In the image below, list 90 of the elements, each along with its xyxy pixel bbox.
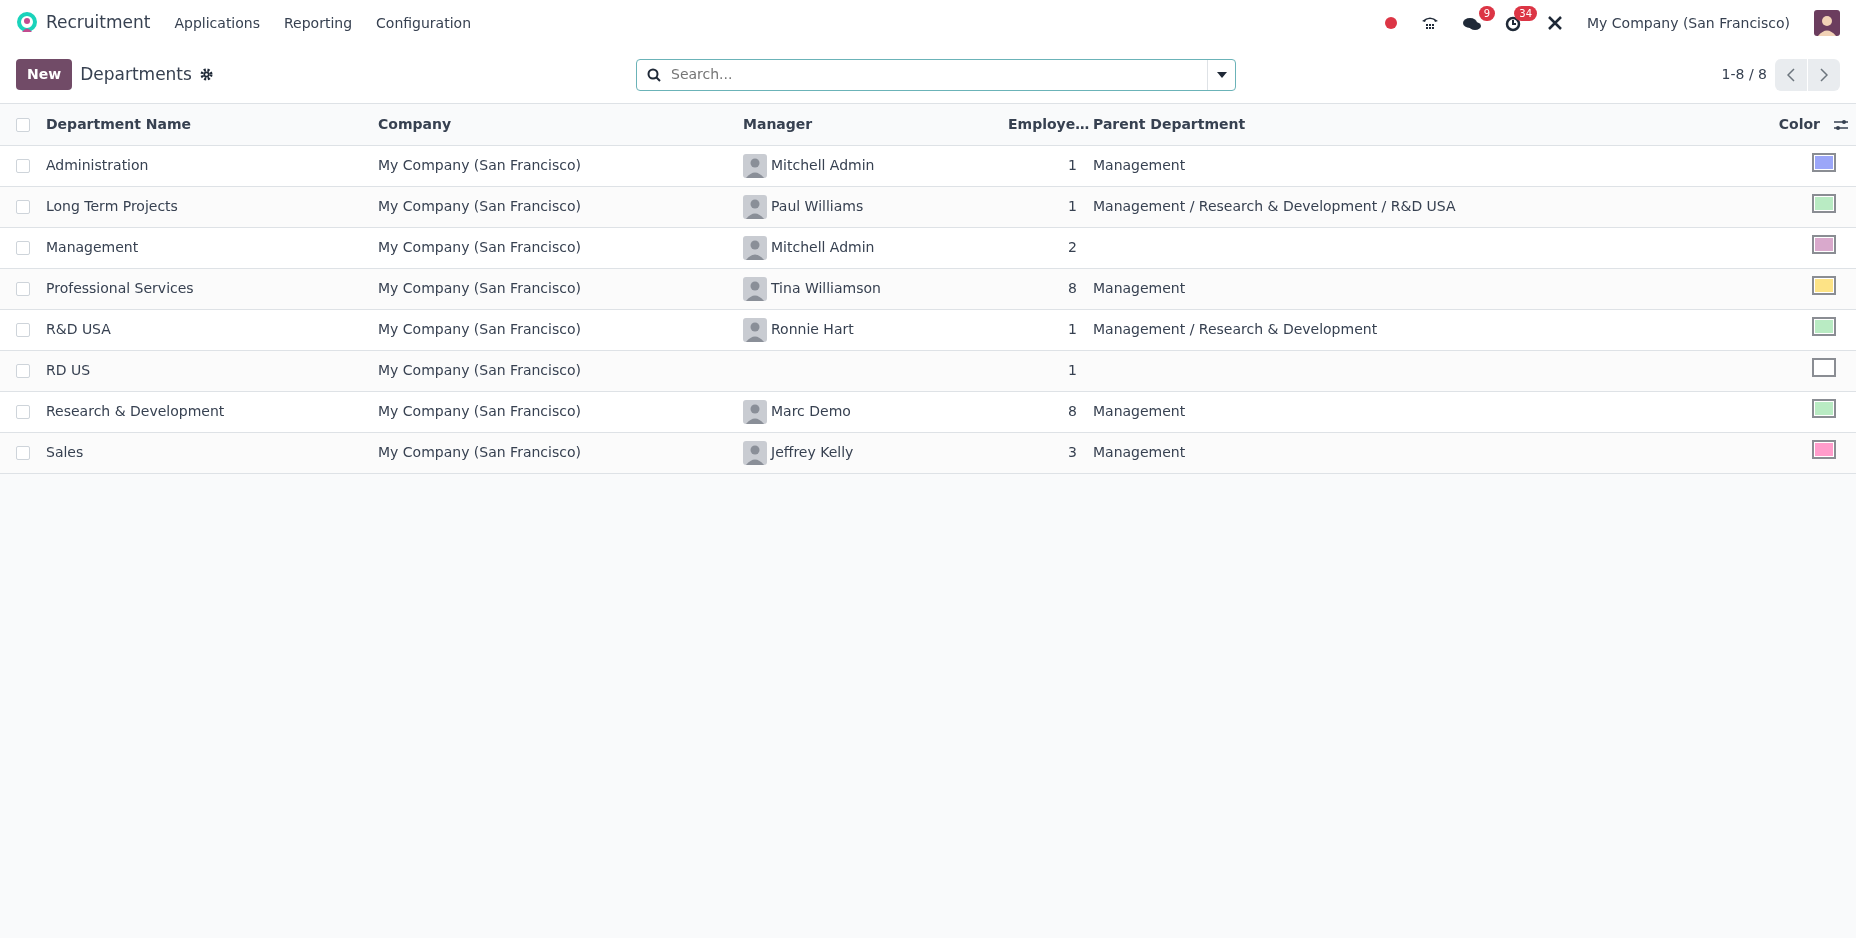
search-bar[interactable]: Search...: [636, 58, 1236, 91]
row-checkbox[interactable]: [16, 405, 30, 419]
avatar-picture: [743, 440, 767, 465]
app-logo-icon[interactable]: [16, 12, 38, 34]
column-header[interactable]: Employe…: [1008, 115, 1090, 132]
manager-name: Tina Williamson: [771, 279, 881, 296]
avatar-picture: [743, 153, 767, 178]
color-swatch[interactable]: [1812, 440, 1836, 459]
status-dot-icon: [1385, 17, 1398, 29]
department-name: Long Term Projects: [46, 198, 178, 214]
manager-name: Mitchell Admin: [771, 156, 875, 173]
row-checkbox[interactable]: [16, 446, 30, 460]
chat-icon[interactable]: [1463, 15, 1482, 32]
color-swatch[interactable]: [1812, 317, 1836, 336]
avatar-picture: [743, 235, 767, 260]
employee-count: 1: [1068, 321, 1077, 337]
company-switcher[interactable]: My Company (San Francisco): [1587, 12, 1790, 34]
employee-count: 8: [1068, 280, 1077, 296]
department-name: RD US: [46, 362, 91, 378]
employee-count: 1: [1068, 198, 1077, 214]
employee-count: 1: [1068, 157, 1077, 173]
column-header[interactable]: Manager: [743, 115, 813, 132]
new-button[interactable]: New: [16, 59, 73, 90]
department-name: Management: [46, 239, 139, 255]
row-checkbox[interactable]: [16, 282, 30, 296]
department-name: R&D USA: [46, 321, 111, 337]
department-name: Sales: [46, 444, 84, 460]
select-all-checkbox[interactable]: [16, 117, 30, 132]
avatar-picture: [743, 276, 767, 301]
app-name-link[interactable]: Recruitment: [46, 10, 151, 36]
company-name: My Company (San Francisco): [378, 280, 581, 296]
employee-count: 3: [1068, 444, 1077, 460]
page-title: Departments: [80, 62, 192, 86]
column-header[interactable]: Parent Department: [1093, 115, 1246, 132]
row-checkbox[interactable]: [16, 241, 30, 255]
parent-department: Management: [1093, 403, 1186, 419]
avatar-picture: [743, 399, 767, 424]
column-header[interactable]: Department Name: [46, 115, 192, 132]
menu-item[interactable]: Reporting: [284, 12, 353, 34]
company-name: My Company (San Francisco): [378, 403, 581, 419]
employee-count: 8: [1068, 403, 1077, 419]
department-name: Research & Development: [46, 403, 225, 419]
company-name: My Company (San Francisco): [378, 362, 581, 378]
next-button[interactable]: [1808, 58, 1840, 91]
company-name: My Company (San Francisco): [378, 198, 581, 214]
company-name: My Company (San Francisco): [378, 444, 581, 460]
row-checkbox[interactable]: [16, 200, 30, 214]
color-swatch[interactable]: [1812, 276, 1836, 295]
parent-department: Management / Research & Development: [1093, 321, 1378, 337]
company-name: My Company (San Francisco): [378, 239, 581, 255]
row-checkbox[interactable]: [16, 323, 30, 337]
color-swatch[interactable]: [1812, 235, 1836, 254]
avatar-icon[interactable]: [1814, 10, 1840, 36]
parent-department: Management: [1093, 280, 1186, 296]
employee-count: 2: [1068, 239, 1077, 255]
chevron-left-icon: [1787, 68, 1795, 82]
notification-count: 34: [1514, 5, 1538, 21]
parent-department: Management: [1093, 157, 1186, 173]
menu-item[interactable]: Applications: [174, 12, 260, 34]
employee-count: 1: [1068, 362, 1077, 378]
color-swatch[interactable]: [1812, 358, 1836, 377]
color-swatch[interactable]: [1812, 194, 1836, 213]
chevron-right-icon: [1820, 68, 1828, 82]
menu-item[interactable]: Configuration: [376, 12, 471, 34]
row-checkbox[interactable]: [16, 364, 30, 378]
avatar-picture: [743, 317, 767, 342]
pager-value: 1-8 / 8: [1721, 65, 1767, 84]
manager-name: Jeffrey Kelly: [771, 443, 854, 460]
notification-count: 9: [1478, 5, 1496, 21]
previous-button[interactable]: [1775, 58, 1807, 91]
phone-icon[interactable]: [1421, 15, 1440, 31]
company-name: My Company (San Francisco): [378, 321, 581, 337]
department-name: Professional Services: [46, 280, 194, 296]
column-header[interactable]: Company: [378, 115, 452, 132]
color-swatch[interactable]: [1812, 153, 1836, 172]
row-checkbox[interactable]: [16, 159, 30, 173]
sliders-icon[interactable]: [1834, 118, 1848, 131]
parent-department: Management / Research & Development / R&D USA: [1093, 198, 1456, 214]
color-swatch[interactable]: [1812, 399, 1836, 418]
company-name: My Company (San Francisco): [378, 157, 581, 173]
column-header[interactable]: Color: [1778, 115, 1820, 132]
manager-name: Ronnie Hart: [771, 320, 854, 337]
parent-department: Management: [1093, 444, 1186, 460]
department-name: Administration: [46, 157, 149, 173]
manager-name: Marc Demo: [771, 402, 851, 419]
avatar-picture: [743, 194, 767, 219]
caret-icon: [1216, 71, 1227, 78]
search-icon: [647, 67, 661, 82]
manager-name: Mitchell Admin: [771, 238, 875, 255]
manager-name: Paul Williams: [771, 197, 864, 214]
